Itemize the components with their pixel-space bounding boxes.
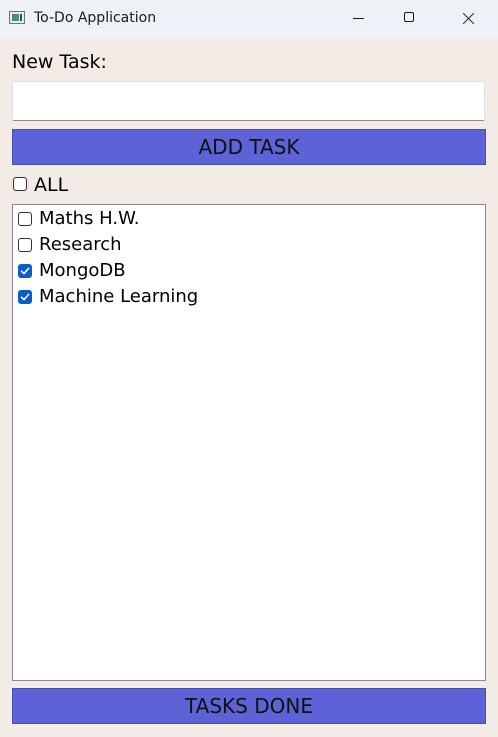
title-bar: To-Do Application (0, 0, 498, 37)
add-task-button[interactable]: ADD TASK (12, 129, 486, 165)
select-all-checkbox[interactable] (13, 177, 27, 191)
window-title: To-Do Application (34, 10, 157, 26)
task-item[interactable]: Machine Learning (13, 284, 483, 310)
app-window: To-Do Application New Task: ADD TASK ALL… (0, 0, 498, 737)
task-label: MongoDB (39, 260, 126, 281)
new-task-input[interactable] (12, 81, 485, 121)
task-label: Maths H.W. (39, 208, 140, 229)
task-checkbox[interactable] (18, 264, 32, 278)
app-window-icon (9, 11, 25, 24)
task-item[interactable]: MongoDB (13, 258, 483, 284)
minimize-button[interactable] (337, 0, 383, 37)
close-button[interactable] (445, 0, 491, 37)
task-list[interactable]: Maths H.W. Research MongoDB Machine Learnin… (12, 204, 486, 681)
task-label: Research (39, 234, 122, 255)
task-item[interactable]: Research (13, 232, 483, 258)
task-checkbox[interactable] (18, 212, 32, 226)
task-item[interactable]: Maths H.W. (13, 206, 483, 232)
select-all-label: ALL (34, 174, 69, 196)
task-checkbox[interactable] (18, 290, 32, 304)
task-checkbox[interactable] (18, 238, 32, 252)
maximize-button[interactable] (386, 0, 432, 37)
new-task-label: New Task: (12, 51, 107, 73)
task-label: Machine Learning (39, 286, 199, 307)
tasks-done-button[interactable]: TASKS DONE (12, 688, 486, 724)
